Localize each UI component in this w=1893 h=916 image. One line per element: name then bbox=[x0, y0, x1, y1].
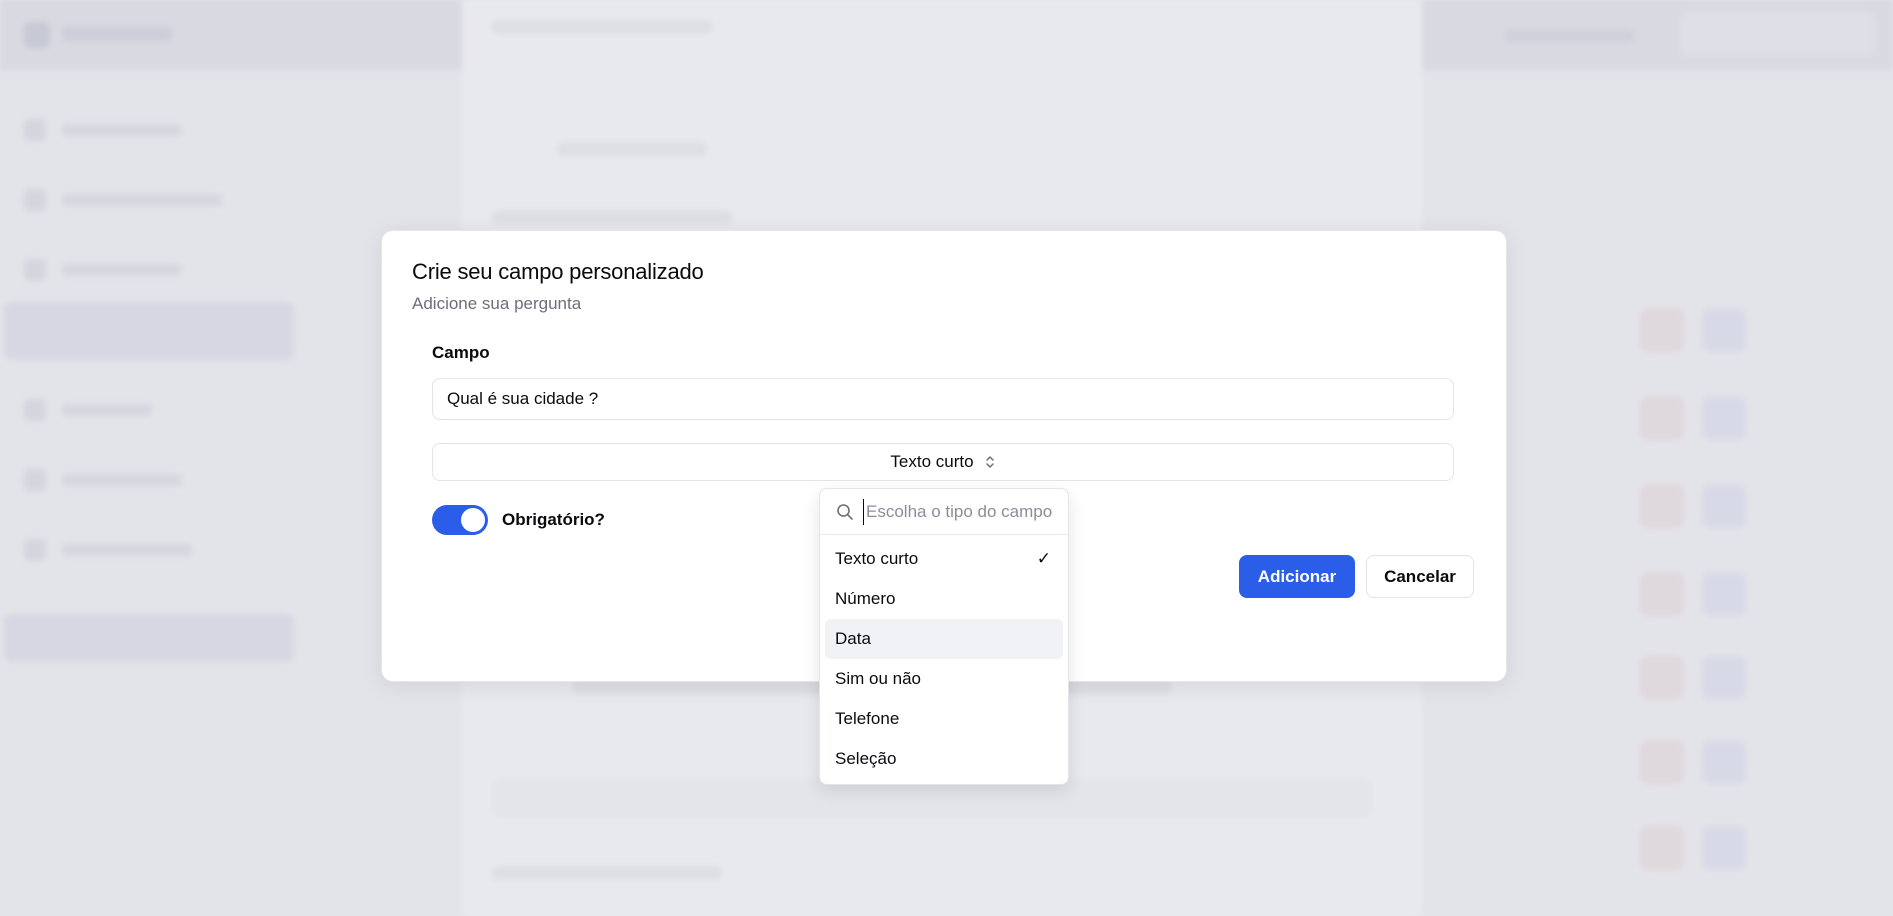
option-label: Número bbox=[835, 589, 896, 608]
option-telefone[interactable]: Telefone bbox=[825, 699, 1063, 739]
option-numero[interactable]: Número bbox=[825, 579, 1063, 619]
check-icon: ✓ bbox=[1036, 549, 1051, 568]
option-label: Telefone bbox=[835, 709, 900, 728]
option-label: Data bbox=[835, 629, 871, 648]
option-label: Seleção bbox=[835, 749, 897, 768]
required-toggle[interactable] bbox=[432, 505, 488, 535]
option-label: Sim ou não bbox=[835, 669, 921, 688]
toggle-knob bbox=[461, 508, 485, 532]
field-type-search-input[interactable] bbox=[863, 499, 1064, 525]
option-sim-ou-nao[interactable]: Sim ou não bbox=[825, 659, 1063, 699]
dialog-subtitle: Adicione sua pergunta bbox=[412, 294, 582, 313]
option-selecao[interactable]: Seleção bbox=[825, 739, 1063, 779]
option-data[interactable]: Data bbox=[825, 619, 1063, 659]
dialog-title: Crie seu campo personalizado bbox=[412, 259, 704, 284]
field-type-value: Texto curto bbox=[890, 452, 974, 471]
dropdown-search bbox=[820, 489, 1068, 535]
field-type-select[interactable]: Texto curto bbox=[432, 443, 1454, 481]
option-texto-curto[interactable]: Texto curto ✓ bbox=[825, 539, 1063, 579]
field-type-dropdown: Texto curto ✓ Número Data Sim ou não Tel… bbox=[819, 488, 1069, 785]
chevron-up-down-icon bbox=[985, 456, 994, 468]
field-type-options: Texto curto ✓ Número Data Sim ou não Tel… bbox=[825, 539, 1063, 779]
field-label: Campo bbox=[432, 343, 490, 362]
search-icon bbox=[837, 504, 853, 520]
add-button[interactable]: Adicionar bbox=[1239, 555, 1355, 598]
question-input[interactable] bbox=[432, 378, 1454, 420]
required-label: Obrigatório? bbox=[502, 510, 605, 529]
cancel-button[interactable]: Cancelar bbox=[1366, 555, 1474, 598]
option-label: Texto curto bbox=[835, 549, 919, 568]
